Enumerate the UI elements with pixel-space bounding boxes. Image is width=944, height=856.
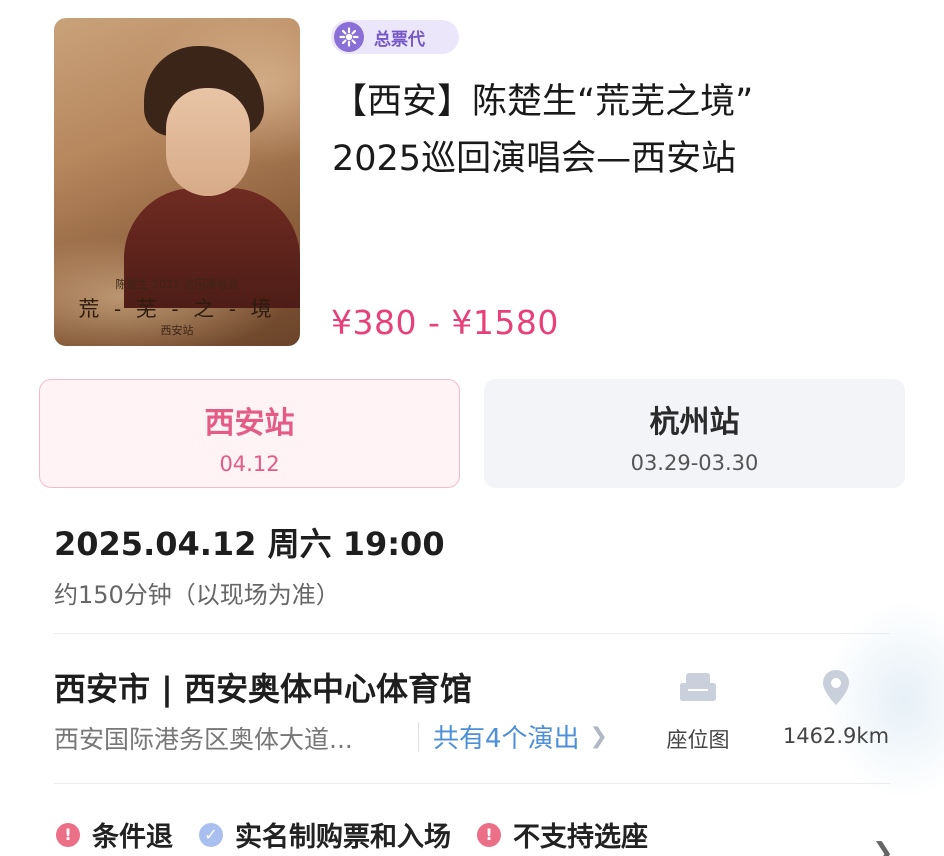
event-poster[interactable]: 陈楚生 2025 巡回演唱会 荒 - 芜 - 之 - 境 西安站 [54,18,300,346]
city-tab-hangzhou[interactable]: 杭州站 03.29-03.30 [484,379,905,488]
show-count-link[interactable]: 共有4个演出 ❯ [433,718,608,755]
service-tag-label: 不支持选座 [513,822,648,853]
address-separator [418,722,419,752]
poster-tour-text: 陈楚生 2025 巡回演唱会 [115,278,239,291]
location-button[interactable]: 1462.9km [778,668,894,748]
venue-name[interactable]: 西安市 | 西安奥体中心体育馆 [54,664,472,710]
city-tab-name: 杭州站 [649,405,740,440]
poster-city-text: 西安站 [160,324,194,337]
seat-icon [652,668,744,708]
chevron-right-icon[interactable]: ❯ [872,838,894,856]
poster-figure-face [166,88,250,196]
venue-address[interactable]: 西安国际港务区奥体大道... [54,720,414,756]
chevron-right-icon: ❯ [589,724,608,749]
show-duration: 约150分钟（以现场为准） [54,581,340,609]
service-tag-label: 条件退 [92,822,173,853]
city-tab-date: 03.29-03.30 [630,451,759,475]
section-divider [54,783,890,784]
city-tab-name: 西安站 [204,406,295,441]
poster-title-text: 荒 - 芜 - 之 - 境 [78,297,276,321]
alert-icon: ! [56,822,80,847]
event-title-line2: 2025巡回演唱会—西安站 [332,139,737,179]
service-tag-refund: ! 条件退 [56,815,173,854]
city-tab-xian[interactable]: 西安站 04.12 [39,379,460,488]
alert-icon: ! [477,822,501,847]
location-pin-icon [778,668,894,708]
event-title-line1: 【西安】陈楚生“荒芜之境” [332,82,754,122]
event-title: 【西安】陈楚生“荒芜之境” 2025巡回演唱会—西安站 [332,74,892,188]
badge-label: 总票代 [374,29,425,50]
check-icon: ✓ [199,822,223,847]
service-tag-seat: ! 不支持选座 [477,815,648,854]
distance-label: 1462.9km [782,724,890,748]
city-tab-date: 04.12 [219,452,280,476]
agent-badge: 总票代 [331,20,459,54]
service-tag-label: 实名制购票和入场 [235,822,451,853]
price-range: ¥380 - ¥1580 [331,303,559,342]
seat-map-label: 座位图 [666,728,730,752]
section-divider [54,633,890,634]
service-tag-realname: ✓ 实名制购票和入场 [199,815,451,854]
seat-map-button[interactable]: 座位图 [652,668,744,754]
show-count-label: 共有4个演出 [433,724,580,754]
flower-logo-icon [334,22,364,52]
show-datetime: 2025.04.12 周六 19:00 [54,525,445,563]
service-tags[interactable]: ! 条件退 ✓ 实名制购票和入场 ! 不支持选座 [56,815,674,854]
